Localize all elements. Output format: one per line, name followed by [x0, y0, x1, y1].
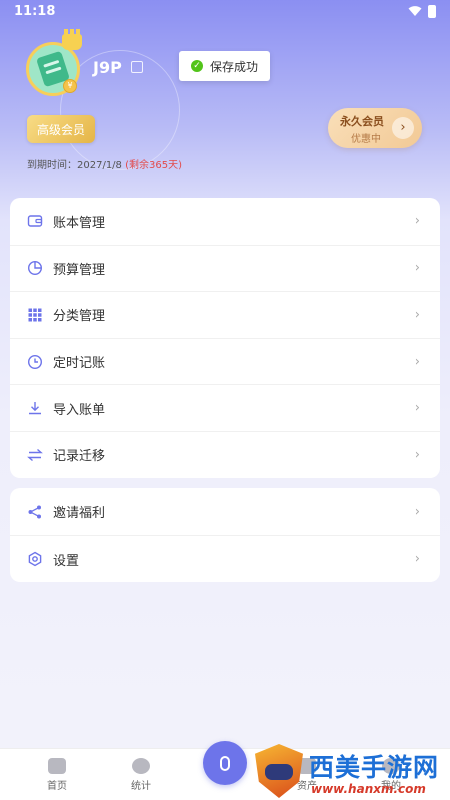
- avatar[interactable]: ¥: [26, 42, 80, 96]
- voice-record-button[interactable]: [203, 741, 247, 785]
- battery-icon: [428, 4, 436, 18]
- watermark-brand: 西美手游网: [309, 753, 440, 782]
- menu-item-migrate[interactable]: 记录迁移 ›: [10, 430, 440, 478]
- wallet-icon: [27, 213, 43, 229]
- share-icon: [27, 504, 43, 520]
- wifi-icon: [408, 6, 422, 16]
- chevron-right-icon: ›: [414, 504, 420, 519]
- chevron-right-icon: ›: [392, 117, 414, 139]
- menu-item-invite[interactable]: 邀请福利 ›: [10, 488, 440, 535]
- lifetime-title: 永久会员: [340, 115, 384, 128]
- lifetime-subtitle: 优惠中: [351, 134, 381, 145]
- expire-info: 到期时间：2027/1/8 (剩余365天): [27, 156, 182, 171]
- chevron-right-icon: ›: [414, 260, 420, 276]
- vip-badge: 高级会员: [27, 115, 95, 143]
- menu-item-label: 账本管理: [53, 215, 106, 231]
- menu-item-label: 定时记账: [53, 356, 106, 372]
- menu-item-settings[interactable]: 设置 ›: [10, 535, 440, 582]
- crown-icon: [62, 29, 82, 50]
- watermark: 西美手游网 www.hanxm.com: [255, 742, 450, 800]
- expire-label: 到期时间：2027/1/8: [27, 160, 122, 171]
- menu-item-budget[interactable]: 预算管理 ›: [10, 244, 440, 292]
- menu-item-scheduled[interactable]: 定时记账 ›: [10, 337, 440, 385]
- chevron-right-icon: ›: [414, 354, 420, 370]
- menu-item-ledger[interactable]: 账本管理 ›: [10, 198, 440, 245]
- menu-card-primary: 账本管理 › 预算管理 › 分类管理 › 定时记账 › 导入账单 › 记录迁移 …: [10, 198, 440, 478]
- microphone-icon: [220, 755, 230, 771]
- download-icon: [27, 400, 43, 416]
- chevron-right-icon: ›: [414, 307, 420, 323]
- menu-item-label: 预算管理: [53, 262, 106, 278]
- menu-card-secondary: 邀请福利 › 设置 ›: [10, 488, 440, 582]
- menu-item-import[interactable]: 导入账单 ›: [10, 384, 440, 431]
- tab-stats[interactable]: 统计: [106, 749, 176, 800]
- watermark-url: www.hanxm.com: [311, 782, 426, 796]
- pie-chart-icon: [132, 758, 150, 774]
- check-icon: ✓: [191, 60, 203, 72]
- grid-icon: [27, 307, 43, 323]
- tab-label: 统计: [131, 781, 151, 792]
- username: J9P: [93, 58, 122, 77]
- menu-item-label: 导入账单: [53, 402, 106, 418]
- menu-item-label: 分类管理: [53, 309, 106, 325]
- toast-text: 保存成功: [210, 59, 259, 74]
- coin-icon: ¥: [63, 79, 77, 93]
- chevron-right-icon: ›: [414, 551, 420, 567]
- menu-item-label: 设置: [53, 553, 80, 569]
- tab-home[interactable]: 首页: [22, 749, 92, 800]
- status-icons: [408, 4, 436, 18]
- menu-item-label: 记录迁移: [53, 449, 106, 465]
- tab-label: 首页: [47, 781, 67, 792]
- menu-item-label: 邀请福利: [53, 506, 106, 521]
- gamepad-icon: [265, 764, 293, 780]
- chevron-right-icon: ›: [414, 213, 420, 229]
- transfer-icon: [27, 447, 43, 463]
- edit-icon[interactable]: [131, 61, 143, 73]
- status-bar: 11:18: [0, 0, 450, 22]
- status-time: 11:18: [14, 3, 56, 19]
- expire-remaining: (剩余365天): [125, 160, 182, 171]
- gear-icon: [27, 551, 43, 567]
- home-icon: [48, 758, 66, 774]
- lifetime-membership-button[interactable]: 永久会员 优惠中 ›: [328, 108, 422, 148]
- chevron-right-icon: ›: [414, 447, 420, 463]
- pie-chart-icon: [27, 260, 43, 276]
- menu-item-category[interactable]: 分类管理 ›: [10, 291, 440, 338]
- toast: ✓ 保存成功: [179, 51, 270, 81]
- chevron-right-icon: ›: [414, 400, 420, 416]
- clock-icon: [27, 354, 43, 370]
